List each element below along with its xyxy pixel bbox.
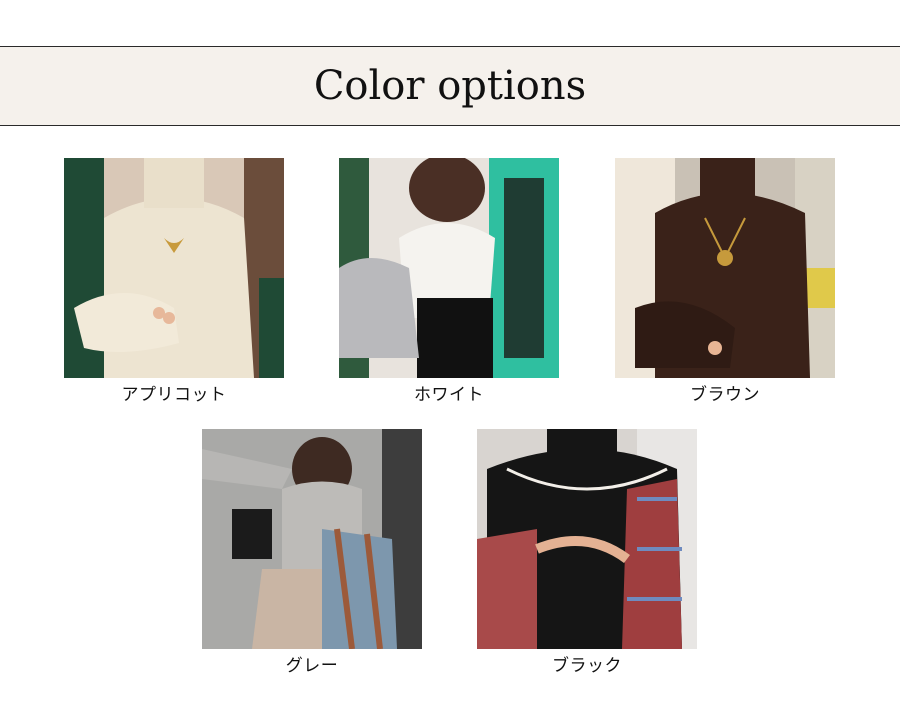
color-option-apricot[interactable]: アプリコット: [64, 158, 284, 405]
color-option-white[interactable]: ホワイト: [339, 158, 559, 405]
color-label-white: ホワイト: [414, 385, 484, 405]
black-product-photo: [477, 429, 697, 649]
color-option-brown[interactable]: ブラウン: [615, 158, 835, 405]
apricot-product-photo: [64, 158, 284, 378]
color-label-gray: グレー: [285, 656, 339, 676]
page-title: Color options: [313, 63, 587, 109]
color-option-gray[interactable]: グレー: [202, 429, 422, 676]
brown-product-photo: [615, 158, 835, 378]
color-label-apricot: アプリコット: [121, 385, 227, 405]
color-label-black: ブラック: [552, 656, 622, 676]
white-product-photo: [339, 158, 559, 378]
color-options-banner: Color options: [0, 46, 900, 126]
color-option-black[interactable]: ブラック: [477, 429, 697, 676]
gray-product-photo: [202, 429, 422, 649]
color-label-brown: ブラウン: [690, 385, 760, 405]
